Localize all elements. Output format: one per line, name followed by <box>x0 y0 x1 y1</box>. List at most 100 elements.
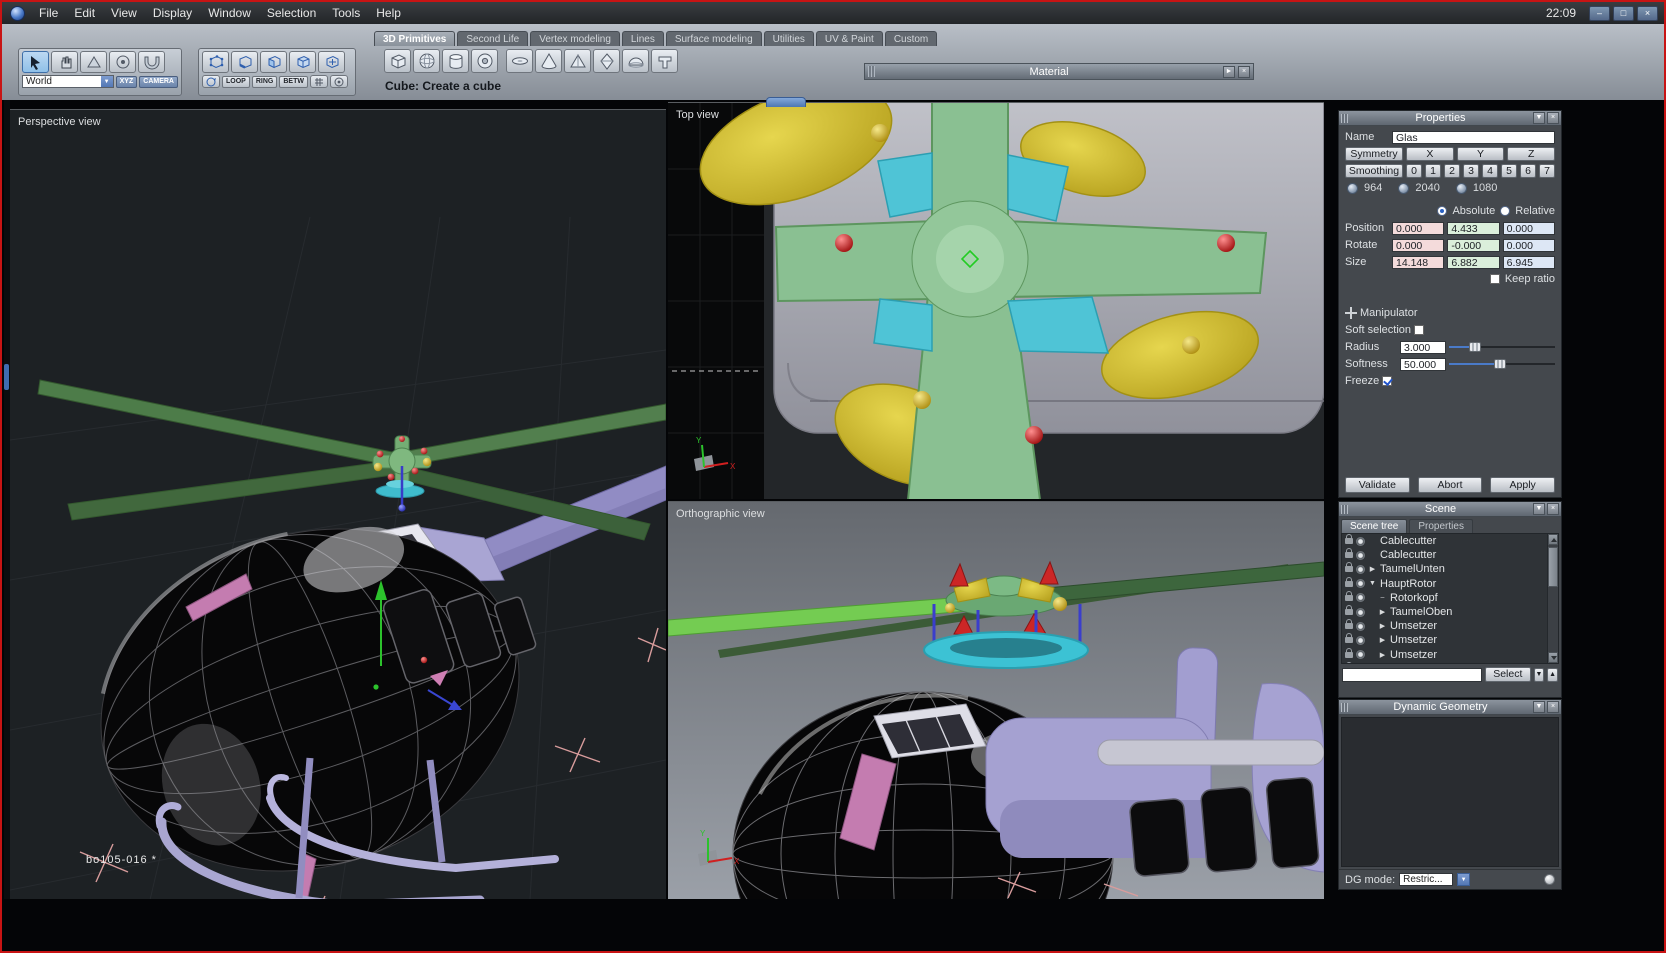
scene-tree-scrollbar[interactable] <box>1547 534 1558 663</box>
visibility-icon[interactable] <box>1356 536 1365 546</box>
dg-status-lamp-icon[interactable] <box>1544 874 1555 885</box>
scene-tree-item[interactable]: ▶ TaumelOben <box>1342 605 1546 619</box>
lock-icon[interactable] <box>1345 647 1353 658</box>
expander-icon[interactable]: ▶ <box>1378 636 1387 644</box>
tab-scene-tree[interactable]: Scene tree <box>1341 519 1408 533</box>
scene-tree-item[interactable]: – Rotorkopf <box>1342 590 1546 605</box>
titlebar-grip-icon[interactable] <box>868 66 875 77</box>
lock-icon[interactable] <box>1345 590 1353 601</box>
radius-field[interactable]: 3.000 <box>1400 340 1446 354</box>
shrink-selection-button[interactable] <box>329 75 348 88</box>
scene-tree-item[interactable]: ▼ HauptRotor <box>1342 576 1546 591</box>
position-z-field[interactable]: 0.000 <box>1502 221 1555 235</box>
size-x-field[interactable]: 14.148 <box>1392 255 1445 269</box>
visibility-icon[interactable] <box>1356 607 1365 617</box>
select-up-button[interactable]: ▲ <box>1547 667 1558 682</box>
wedge-tool-button[interactable] <box>80 51 107 73</box>
visibility-icon[interactable] <box>1356 650 1365 660</box>
smoothing-level-4[interactable]: 4 <box>1482 164 1498 178</box>
vertex-mode-button[interactable] <box>202 51 229 73</box>
scene-tree-item[interactable]: ▶ Umsetzer <box>1342 633 1546 647</box>
scene-tree-item[interactable]: ▶ Umsetzer <box>1342 647 1546 662</box>
face-mode-button[interactable] <box>260 51 287 73</box>
ring-button[interactable]: RING <box>251 75 278 88</box>
rotate-y-field[interactable]: -0.000 <box>1447 238 1500 252</box>
magnet-tool-button[interactable] <box>138 51 165 73</box>
minimize-button[interactable]: – <box>1589 5 1610 21</box>
close-button[interactable]: × <box>1637 5 1658 21</box>
dg-mode-dropdown[interactable]: Restric... <box>1399 873 1454 886</box>
dg-mode-caret-icon[interactable]: ▼ <box>1457 873 1471 886</box>
freeze-checkbox[interactable] <box>1382 376 1393 386</box>
lock-icon[interactable] <box>1345 605 1353 616</box>
primitive-pyramid-button[interactable] <box>564 49 591 73</box>
softness-field[interactable]: 50.000 <box>1400 357 1446 371</box>
expander-icon[interactable]: ▶ <box>1378 622 1387 630</box>
tab-utilities[interactable]: Utilities <box>763 31 814 46</box>
visibility-icon[interactable] <box>1356 550 1365 560</box>
select-tool-button[interactable] <box>22 51 49 73</box>
tab-uv-paint[interactable]: UV & Paint <box>815 31 883 46</box>
lock-icon[interactable] <box>1345 562 1353 573</box>
relative-radio[interactable] <box>1500 206 1511 216</box>
abort-button[interactable]: Abort <box>1417 477 1483 493</box>
scene-tree-item[interactable]: Cablecutter <box>1342 548 1546 562</box>
material-close-button[interactable]: × <box>1238 65 1250 78</box>
absolute-radio[interactable] <box>1437 206 1448 216</box>
viewport-top[interactable]: X Y Top view <box>668 102 1324 499</box>
expander-icon[interactable]: ▶ <box>1368 565 1377 573</box>
lock-icon[interactable] <box>1345 576 1353 587</box>
primitive-dome-button[interactable] <box>622 49 649 73</box>
primitive-cone-button[interactable] <box>535 49 562 73</box>
smoothing-level-2[interactable]: 2 <box>1444 164 1460 178</box>
viewport-perspective[interactable]: Y X Z Perspective view bo105-016 * <box>10 109 666 899</box>
primitive-sphere-button[interactable] <box>413 49 440 73</box>
dynamic-geometry-collapse-button[interactable]: ▼ <box>1533 701 1545 713</box>
lock-icon[interactable] <box>1345 534 1353 545</box>
primitive-torus-button[interactable] <box>471 49 498 73</box>
visibility-icon[interactable] <box>1356 579 1365 589</box>
properties-titlebar[interactable]: Properties ▼ × <box>1339 111 1561 126</box>
scroll-up-icon[interactable] <box>1548 534 1558 545</box>
select-all-button[interactable] <box>202 75 220 88</box>
smoothing-level-3[interactable]: 3 <box>1463 164 1479 178</box>
properties-collapse-button[interactable]: ▼ <box>1533 112 1545 124</box>
smoothing-level-0[interactable]: 0 <box>1406 164 1422 178</box>
name-field[interactable]: Glas <box>1392 130 1555 144</box>
size-z-field[interactable]: 6.945 <box>1502 255 1555 269</box>
size-y-field[interactable]: 6.882 <box>1447 255 1500 269</box>
radius-slider[interactable] <box>1449 342 1555 352</box>
tab-second-life[interactable]: Second Life <box>457 31 529 46</box>
tab-vertex-modeling[interactable]: Vertex modeling <box>530 31 620 46</box>
dropdown-caret-icon[interactable]: ▼ <box>100 76 113 87</box>
scene-filter-input[interactable] <box>1342 667 1482 682</box>
position-y-field[interactable]: 4.433 <box>1447 221 1500 235</box>
scene-tree-item[interactable]: ▶ TaumelUnten <box>1342 562 1546 576</box>
material-expand-button[interactable]: ► <box>1223 65 1235 78</box>
edge-mode-button[interactable] <box>231 51 258 73</box>
titlebar-grip-icon[interactable] <box>1341 702 1348 712</box>
loop-button[interactable]: LOOP <box>222 75 250 88</box>
visibility-icon[interactable] <box>1356 635 1365 645</box>
properties-close-button[interactable]: × <box>1547 112 1559 124</box>
scene-collapse-button[interactable]: ▼ <box>1533 503 1545 515</box>
smoothing-level-5[interactable]: 5 <box>1501 164 1517 178</box>
maximize-button[interactable]: □ <box>1613 5 1634 21</box>
primitive-box-button[interactable] <box>384 49 411 73</box>
sphere-select-tool-button[interactable] <box>109 51 136 73</box>
lock-icon[interactable] <box>1345 633 1353 644</box>
scene-titlebar[interactable]: Scene ▼ × <box>1339 502 1561 517</box>
scene-tree-item[interactable]: Cablecutter <box>1342 534 1546 548</box>
material-window-titlebar[interactable]: Material ► × <box>864 63 1254 80</box>
smoothing-level-6[interactable]: 6 <box>1520 164 1536 178</box>
camera-button[interactable]: CAMERA <box>139 75 178 88</box>
tab-surface-modeling[interactable]: Surface modeling <box>665 31 762 46</box>
primitive-tee-button[interactable] <box>651 49 678 73</box>
soft-selection-checkbox[interactable] <box>1414 325 1425 335</box>
expander-icon[interactable]: ▶ <box>1378 651 1387 659</box>
viewport-orthographic[interactable]: Y X Orthographic view <box>668 501 1324 899</box>
menu-file[interactable]: File <box>31 6 66 20</box>
group-mode-button[interactable] <box>318 51 345 73</box>
dynamic-geometry-titlebar[interactable]: Dynamic Geometry ▼ × <box>1339 700 1561 715</box>
select-down-button[interactable]: ▼ <box>1533 667 1545 682</box>
